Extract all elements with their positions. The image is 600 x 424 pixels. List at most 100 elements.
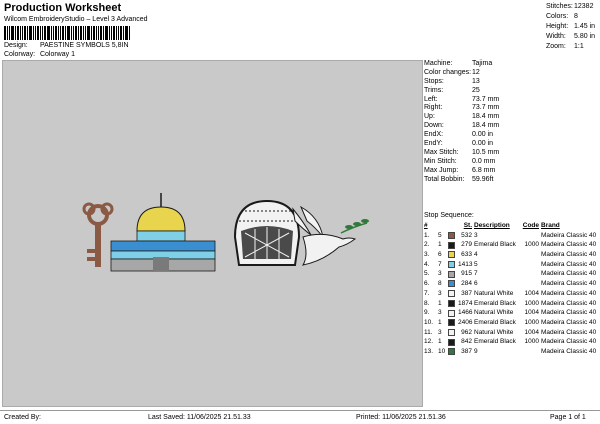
thread-brand: Madeira Classic 40 bbox=[541, 328, 597, 336]
thread-code bbox=[521, 260, 541, 270]
software-subtitle: Wilcom EmbroideryStudio – Level 3 Advanc… bbox=[4, 16, 148, 23]
printed-date: Printed: 11/06/2025 21.51.36 bbox=[356, 414, 446, 421]
thread-code: 1000 bbox=[524, 318, 539, 326]
thread-code bbox=[521, 347, 541, 357]
design-row: Design: PAESTINE SYMBOLS 5,8IN bbox=[4, 42, 129, 49]
stat-label: Zoom: bbox=[546, 43, 566, 50]
stop-number: 8. bbox=[424, 299, 430, 307]
info-value: 6.8 mm bbox=[472, 166, 496, 174]
last-saved: Last Saved: 11/06/2025 21.51.33 bbox=[148, 414, 251, 421]
thread-description: 9 bbox=[474, 347, 478, 355]
info-value: 0.00 in bbox=[472, 140, 494, 148]
stop-needle: 8 bbox=[438, 280, 442, 288]
info-label: Min Stitch: bbox=[424, 157, 457, 165]
stat-value: 8 bbox=[574, 13, 578, 20]
col-code: Code bbox=[522, 222, 539, 229]
stitch-count: 842 bbox=[461, 338, 472, 346]
thread-code: 1000 bbox=[524, 299, 539, 307]
design-label: Design: bbox=[4, 42, 28, 49]
thread-brand: Madeira Classic 40 bbox=[541, 231, 597, 239]
stitch-count: 387 bbox=[461, 289, 472, 297]
info-row: Color changes: 12 bbox=[424, 69, 600, 78]
table-row: 3. 6 633 4 Madeira Classic 40 bbox=[424, 250, 600, 260]
info-row: Total Bobbin: 59.96ft bbox=[424, 176, 600, 185]
design-stats: Stitches: 12382 Colors: 8 Height: 1.45 in W… bbox=[546, 2, 600, 52]
table-row: 13. 10 387 9 Madeira Classic 40 bbox=[424, 347, 600, 357]
thread-brand: Madeira Classic 40 bbox=[541, 241, 597, 249]
stop-needle: 1 bbox=[438, 338, 442, 346]
stop-number: 10. bbox=[424, 318, 434, 326]
table-header: # St. Description Code Brand bbox=[424, 221, 600, 231]
table-row: 4. 7 1413 5 Madeira Classic 40 bbox=[424, 260, 600, 270]
info-label: Right: bbox=[424, 104, 443, 112]
keffiyeh-motif bbox=[233, 199, 301, 266]
info-row: Right: 73.7 mm bbox=[424, 104, 600, 113]
table-row: 12. 1 842 Emerald Black 1000 Madeira Classic … bbox=[424, 337, 600, 347]
info-label: EndX: bbox=[424, 131, 444, 139]
stop-needle: 3 bbox=[438, 270, 442, 278]
stop-needle: 7 bbox=[438, 260, 442, 268]
thread-brand: Madeira Classic 40 bbox=[541, 299, 597, 307]
thread-description: Emerald Black bbox=[474, 299, 516, 307]
thread-brand: Madeira Classic 40 bbox=[541, 318, 597, 326]
stitch-count: 1413 bbox=[458, 260, 473, 268]
stop-number: 2. bbox=[424, 241, 430, 249]
thread-description: 7 bbox=[474, 270, 478, 278]
info-label: EndY: bbox=[424, 140, 443, 148]
color-swatch bbox=[448, 269, 458, 279]
stop-needle: 1 bbox=[438, 299, 442, 307]
stop-needle: 3 bbox=[438, 328, 442, 336]
stop-number: 3. bbox=[424, 251, 430, 259]
stat-value: 12382 bbox=[574, 3, 594, 10]
color-swatch bbox=[448, 308, 458, 318]
info-value: 10.5 mm bbox=[472, 148, 500, 156]
created-by: Created By: bbox=[4, 414, 41, 421]
thread-code: 1004 bbox=[524, 328, 539, 336]
stop-sequence-title: Stop Sequence: bbox=[424, 212, 474, 219]
info-row: Max Stitch: 10.5 mm bbox=[424, 149, 600, 158]
stop-number: 4. bbox=[424, 260, 430, 268]
design-value: PAESTINE SYMBOLS 5,8IN bbox=[39, 42, 129, 49]
info-label: Max Stitch: bbox=[424, 148, 459, 156]
col-brand: Brand bbox=[541, 222, 560, 229]
stat-row: Stitches: 12382 bbox=[546, 2, 600, 12]
stop-number: 13. bbox=[424, 347, 434, 355]
stitch-count: 2406 bbox=[458, 318, 473, 326]
stitch-count: 532 bbox=[461, 231, 472, 239]
col-num: # bbox=[424, 222, 428, 229]
thread-brand: Madeira Classic 40 bbox=[541, 260, 597, 268]
thread-description: Natural White bbox=[474, 309, 514, 317]
table-row: 10. 1 2406 Emerald Black 1000 Madeira Classic… bbox=[424, 318, 600, 328]
stop-number: 1. bbox=[424, 231, 430, 239]
stop-needle: 10 bbox=[438, 347, 446, 355]
thread-code: 1000 bbox=[524, 241, 539, 249]
table-row: 9. 3 1466 Natural White 1004 Madeira Classic … bbox=[424, 308, 600, 318]
thread-description: Emerald Black bbox=[474, 338, 516, 346]
embroidery-preview-svg bbox=[82, 193, 369, 272]
info-label: Left: bbox=[424, 95, 438, 103]
info-value: Tajima bbox=[472, 60, 493, 67]
col-stitches: St. bbox=[463, 222, 472, 229]
table-row: 2. 1 279 Emerald Black 1000 Madeira Classic 4… bbox=[424, 240, 600, 250]
table-row: 7. 3 387 Natural White 1004 Madeira Classic 4… bbox=[424, 289, 600, 299]
info-row: Trims: 25 bbox=[424, 87, 600, 96]
thread-code: 1004 bbox=[524, 309, 539, 317]
stitch-count: 279 bbox=[461, 241, 472, 249]
table-row: 5. 3 915 7 Madeira Classic 40 bbox=[424, 269, 600, 279]
thread-code bbox=[521, 279, 541, 289]
info-value: 59.96ft bbox=[472, 175, 494, 183]
info-row: Up: 18.4 mm bbox=[424, 113, 600, 122]
color-swatch bbox=[448, 240, 458, 250]
thread-description: 6 bbox=[474, 280, 478, 288]
thread-description: Emerald Black bbox=[474, 241, 516, 249]
stat-row: Zoom: 1:1 bbox=[546, 42, 600, 52]
color-swatch bbox=[448, 260, 458, 270]
page-number: Page 1 of 1 bbox=[550, 414, 586, 421]
stop-needle: 3 bbox=[438, 289, 442, 297]
stitch-count: 962 bbox=[461, 328, 472, 336]
machine-info: Machine: Tajima Color changes: 12 Stops: 13 Tr… bbox=[424, 60, 600, 184]
thread-description: Natural White bbox=[474, 328, 514, 336]
thread-code bbox=[521, 250, 541, 260]
thread-brand: Madeira Classic 40 bbox=[541, 251, 597, 259]
table-row: 11. 3 962 Natural White 1004 Madeira Classic … bbox=[424, 328, 600, 338]
